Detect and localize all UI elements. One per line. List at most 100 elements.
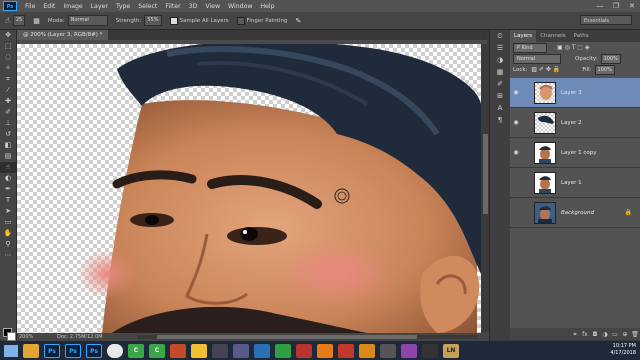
- swatches-icon[interactable]: ▦: [490, 66, 510, 78]
- background-color-swatch[interactable]: [7, 332, 16, 341]
- brush-size-picker[interactable]: 25: [12, 15, 26, 26]
- horizontal-scrollbar[interactable]: [137, 335, 477, 339]
- menu-3d[interactable]: 3D: [189, 3, 198, 10]
- video-app-icon[interactable]: [233, 343, 249, 358]
- tab-layers[interactable]: Layers: [510, 30, 537, 42]
- marquee-tool-icon[interactable]: ⬚: [0, 41, 16, 52]
- app-icon-orange[interactable]: [170, 343, 186, 358]
- adjustments-icon[interactable]: ◑: [490, 54, 510, 66]
- menu-window[interactable]: Window: [228, 3, 252, 10]
- visibility-eye-icon[interactable]: ◉: [510, 89, 522, 96]
- close-button[interactable]: ✕: [624, 0, 640, 12]
- quick-select-tool-icon[interactable]: ✧: [0, 63, 16, 74]
- start-button-icon[interactable]: [4, 344, 18, 357]
- layer-name[interactable]: Background: [561, 210, 594, 216]
- kind-filter-select[interactable]: P Kind: [513, 42, 547, 53]
- pen-tool-icon[interactable]: ✒: [0, 184, 16, 195]
- language-indicator[interactable]: LN: [443, 343, 459, 358]
- app-icon-dark[interactable]: [422, 343, 438, 358]
- shape-tool-icon[interactable]: ▭: [0, 217, 16, 228]
- layer-name[interactable]: Layer 1 copy: [561, 150, 596, 156]
- sample-all-layers-checkbox[interactable]: [169, 16, 178, 25]
- mode-select[interactable]: Normal: [67, 15, 108, 26]
- eraser-tool-icon[interactable]: ◧: [0, 140, 16, 151]
- menu-help[interactable]: Help: [260, 3, 274, 10]
- canvas[interactable]: [17, 44, 481, 333]
- menu-filter[interactable]: Filter: [165, 3, 180, 10]
- chrome-icon[interactable]: [107, 343, 123, 358]
- camtasia-icon[interactable]: C: [128, 343, 144, 358]
- restore-button[interactable]: ❐: [608, 0, 624, 12]
- clone-source-icon[interactable]: ⊞: [490, 90, 510, 102]
- eyedropper-tool-icon[interactable]: ⁄: [0, 85, 16, 96]
- properties-icon[interactable]: ☰: [490, 42, 510, 54]
- horizontal-scroll-thumb[interactable]: [157, 335, 417, 339]
- finger-painting-checkbox[interactable]: [236, 16, 245, 25]
- filter-icons[interactable]: ▣ ◎ T ⬚ ◈: [557, 44, 589, 51]
- more-tools-icon[interactable]: ⋯: [0, 250, 16, 261]
- layer-row-layer-2[interactable]: ◉ Layer 2: [510, 108, 640, 138]
- app-icon-red[interactable]: [338, 343, 354, 358]
- photoshop-taskbar-icon-3[interactable]: Ps: [86, 343, 102, 358]
- menu-view[interactable]: View: [205, 3, 220, 10]
- brush-tool-icon[interactable]: ✐: [0, 107, 16, 118]
- fill-input[interactable]: 100%: [594, 64, 615, 75]
- zoom-level[interactable]: 200%: [19, 333, 33, 341]
- vertical-scroll-thumb[interactable]: [483, 134, 488, 214]
- app-icon-grey[interactable]: [380, 343, 396, 358]
- move-tool-icon[interactable]: ✥: [0, 30, 16, 41]
- file-explorer-icon[interactable]: [23, 343, 39, 358]
- clone-stamp-tool-icon[interactable]: ⊥: [0, 118, 16, 129]
- layer-name[interactable]: Layer 1: [561, 180, 582, 186]
- menu-layer[interactable]: Layer: [91, 3, 108, 10]
- audio-app-icon[interactable]: [212, 343, 228, 358]
- visibility-eye-icon[interactable]: ◉: [510, 149, 522, 156]
- app-icon-yellow[interactable]: [191, 343, 207, 358]
- layer-name[interactable]: Layer 2: [561, 120, 582, 126]
- layer-row-background[interactable]: Background 🔒: [510, 198, 640, 228]
- group-icon[interactable]: ▭: [610, 331, 620, 338]
- workspace-select[interactable]: Essentials: [580, 15, 632, 25]
- tab-channels[interactable]: Channels: [536, 30, 569, 42]
- smudge-tool-icon-active[interactable]: ☝: [0, 162, 16, 173]
- add-mask-icon[interactable]: ◘: [590, 331, 600, 338]
- minimize-button[interactable]: —: [592, 0, 608, 12]
- menu-edit[interactable]: Edit: [43, 3, 55, 10]
- hand-tool-icon[interactable]: ✋: [0, 228, 16, 239]
- history-brush-tool-icon[interactable]: ↺: [0, 129, 16, 140]
- type-tool-icon[interactable]: T: [0, 195, 16, 206]
- layer-style-icon[interactable]: fx: [580, 331, 590, 338]
- visibility-eye-icon[interactable]: ◉: [510, 119, 522, 126]
- lock-icons[interactable]: ▨ ✐ ✥ 🔒: [531, 66, 560, 73]
- healing-brush-tool-icon[interactable]: ✚: [0, 96, 16, 107]
- document-tab[interactable]: @ 200% (Layer 3, RGB/8#) *: [17, 30, 109, 40]
- media-icon[interactable]: [296, 343, 312, 358]
- menu-file[interactable]: File: [25, 3, 35, 10]
- dodge-tool-icon[interactable]: ◐: [0, 173, 16, 184]
- brush-panel-icon[interactable]: ▦: [33, 17, 40, 25]
- link-layers-icon[interactable]: ⚭: [570, 331, 580, 338]
- strength-input[interactable]: 55%: [144, 15, 162, 26]
- photoshop-taskbar-icon[interactable]: Ps: [44, 343, 60, 358]
- photoshop-taskbar-icon-2[interactable]: Ps: [65, 343, 81, 358]
- menu-select[interactable]: Select: [138, 3, 157, 10]
- layer-row-layer-1[interactable]: Layer 1: [510, 168, 640, 198]
- tab-paths[interactable]: Paths: [570, 30, 593, 42]
- smudge-tool-icon[interactable]: ☝: [5, 16, 10, 25]
- crop-tool-icon[interactable]: ⌗: [0, 74, 16, 85]
- blend-mode-select[interactable]: Normal: [513, 53, 561, 64]
- delete-layer-icon[interactable]: 🗑: [630, 331, 640, 338]
- lasso-tool-icon[interactable]: ◌: [0, 52, 16, 63]
- layer-row-layer-1-copy[interactable]: ◉ Layer 1 copy: [510, 138, 640, 168]
- paragraph-icon[interactable]: ¶: [490, 114, 510, 126]
- app-icon-green[interactable]: [275, 343, 291, 358]
- zoom-tool-icon[interactable]: ⚲: [0, 239, 16, 250]
- menu-image[interactable]: Image: [63, 3, 82, 10]
- layer-row-layer-3[interactable]: ◉ Layer 3: [510, 78, 640, 108]
- camtasia-icon-2[interactable]: C: [149, 343, 165, 358]
- app-icon-purple[interactable]: [401, 343, 417, 358]
- new-layer-icon[interactable]: ⊕: [620, 331, 630, 338]
- pressure-icon[interactable]: ✎: [295, 17, 301, 25]
- vlc-icon[interactable]: [317, 343, 333, 358]
- layer-name[interactable]: Layer 3: [561, 90, 582, 96]
